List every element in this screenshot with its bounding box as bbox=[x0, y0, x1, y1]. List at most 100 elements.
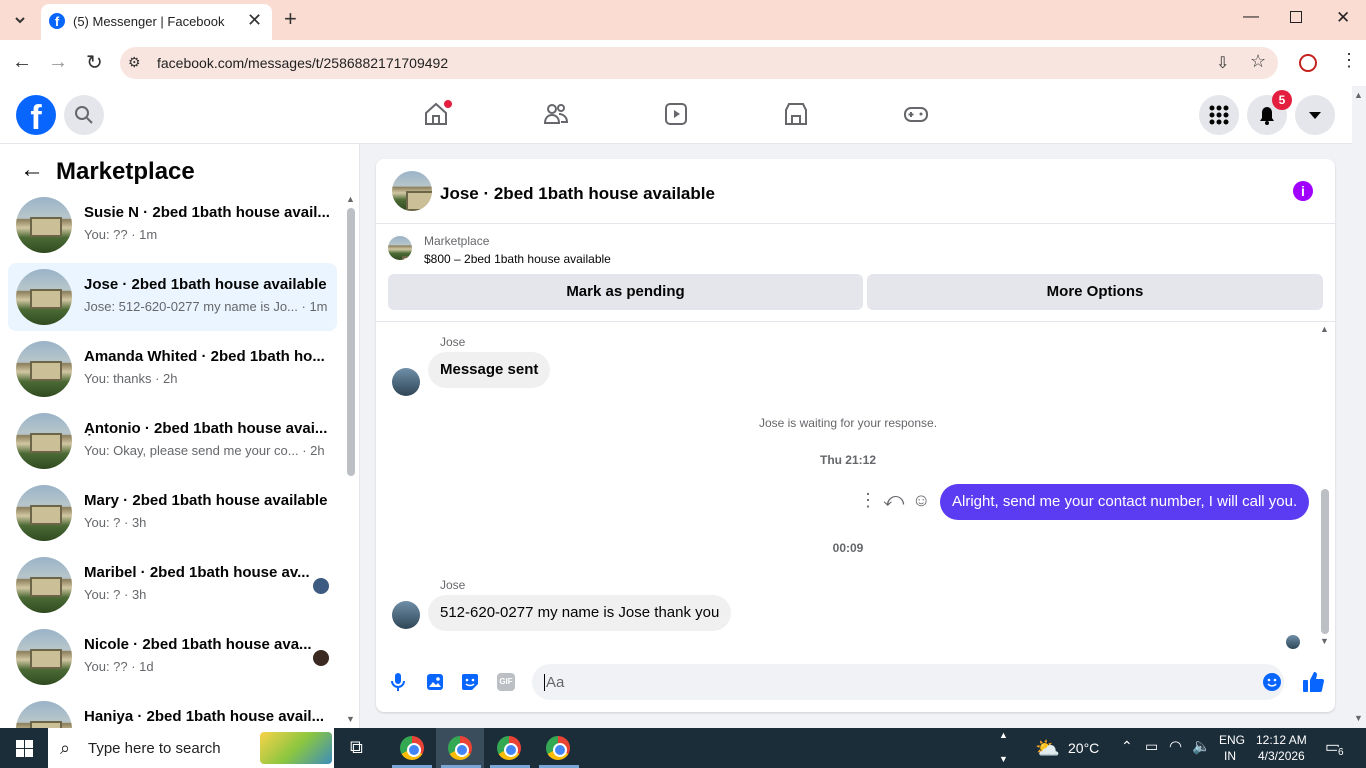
region-indicator[interactable]: IN bbox=[1224, 749, 1236, 763]
friends-icon[interactable] bbox=[542, 100, 570, 128]
show-hidden-icons[interactable]: ⌃ bbox=[1121, 738, 1133, 755]
clock-date[interactable]: 4/3/2026 bbox=[1258, 749, 1305, 763]
minimize-icon[interactable]: — bbox=[1243, 8, 1259, 26]
listing-title[interactable]: $800 – 2bed 1bath house available bbox=[424, 252, 611, 266]
forward-icon[interactable]: → bbox=[48, 51, 68, 74]
conversation-item[interactable]: Nicole · 2bed 1bath house ava... You: ??… bbox=[8, 623, 337, 691]
outgoing-message[interactable]: Alright, send me your contact number, I … bbox=[940, 484, 1310, 520]
search-icon[interactable] bbox=[64, 95, 104, 135]
photo-icon[interactable] bbox=[425, 672, 445, 692]
conversation-preview: Jose: 512-620-0277 my name is Jo... · 1m bbox=[84, 299, 328, 314]
more-actions-icon[interactable]: ⋮ bbox=[859, 490, 877, 511]
conversation-name: Ạntonio · 2bed 1bath house avai... bbox=[84, 420, 328, 437]
profile-icon[interactable] bbox=[1299, 54, 1317, 72]
windows-start-icon[interactable] bbox=[16, 740, 33, 757]
conversation-item[interactable]: Amanda Whited · 2bed 1bath ho... You: th… bbox=[8, 335, 337, 403]
facebook-top-nav: f 5 bbox=[0, 86, 1352, 144]
more-options-button[interactable]: More Options bbox=[867, 274, 1323, 310]
home-icon[interactable] bbox=[422, 100, 452, 128]
facebook-logo-icon[interactable]: f bbox=[16, 95, 56, 137]
scroll-up-icon[interactable]: ▲ bbox=[1320, 324, 1329, 334]
language-indicator[interactable]: ENG bbox=[1219, 733, 1245, 747]
emoji-icon[interactable] bbox=[1262, 672, 1282, 692]
listing-thumbnail bbox=[16, 629, 72, 685]
tab-list-button[interactable] bbox=[10, 10, 30, 30]
conversation-preview: You: ? · 3h bbox=[84, 515, 147, 530]
gaming-icon[interactable] bbox=[902, 100, 930, 128]
conversation-item[interactable]: Maribel · 2bed 1bath house av... You: ? … bbox=[8, 551, 337, 619]
seen-avatar bbox=[313, 578, 329, 594]
weather-temp[interactable]: 20°C bbox=[1068, 740, 1099, 756]
task-view-icon[interactable]: ⧉ bbox=[350, 737, 363, 758]
page-scroll-up-icon[interactable]: ▲ bbox=[1354, 90, 1363, 100]
install-app-icon[interactable]: ⇩ bbox=[1216, 53, 1229, 73]
scroll-up-icon[interactable]: ▲ bbox=[999, 730, 1008, 740]
conversation-item[interactable]: Susie N · 2bed 1bath house avail... You:… bbox=[8, 191, 337, 259]
chat-title[interactable]: Jose · 2bed 1bath house available bbox=[440, 184, 715, 204]
conversation-item[interactable]: Ạntonio · 2bed 1bath house avai... You: … bbox=[8, 407, 337, 475]
reload-icon[interactable]: ↻ bbox=[86, 50, 103, 75]
browser-tab-bar: f (5) Messenger | Facebook ✕ + — ✕ bbox=[0, 0, 1366, 40]
conversation-preview: You: ?? · 1d bbox=[84, 659, 154, 674]
tab-close-icon[interactable]: ✕ bbox=[247, 10, 262, 31]
account-menu-icon[interactable] bbox=[1295, 95, 1335, 135]
listing-thumbnail bbox=[16, 413, 72, 469]
scroll-up-icon[interactable]: ▲ bbox=[346, 194, 355, 204]
scroll-down-icon[interactable]: ▼ bbox=[1320, 636, 1329, 646]
menu-grid-icon[interactable] bbox=[1199, 95, 1239, 135]
waiting-notice: Jose is waiting for your response. bbox=[758, 416, 938, 430]
restore-icon[interactable] bbox=[1290, 11, 1302, 23]
notifications-badge: 5 bbox=[1272, 90, 1292, 110]
url-text[interactable]: facebook.com/messages/t/2586882171709492 bbox=[157, 55, 448, 71]
back-icon[interactable]: ← bbox=[12, 51, 32, 74]
video-icon[interactable] bbox=[662, 100, 690, 128]
chrome-taskbar-icon[interactable] bbox=[448, 736, 472, 760]
chrome-taskbar-icon[interactable] bbox=[400, 736, 424, 760]
taskbar-search-box[interactable]: ⌕ Type here to search bbox=[48, 728, 334, 768]
close-window-icon[interactable]: ✕ bbox=[1336, 8, 1350, 28]
info-icon[interactable]: i bbox=[1293, 181, 1313, 201]
sticker-icon[interactable] bbox=[460, 672, 480, 692]
marketplace-icon[interactable] bbox=[782, 100, 810, 128]
weather-icon[interactable]: ⛅ bbox=[1035, 736, 1060, 761]
chat-scrollbar[interactable] bbox=[1321, 489, 1329, 634]
wifi-icon[interactable]: ◠ bbox=[1169, 737, 1182, 755]
chrome-taskbar-icon[interactable] bbox=[497, 736, 521, 760]
reply-icon[interactable]: ⤺ bbox=[883, 489, 904, 512]
microphone-icon[interactable] bbox=[390, 672, 406, 692]
clock-time[interactable]: 12:12 AM bbox=[1256, 733, 1307, 747]
browser-menu-icon[interactable]: ⋮ bbox=[1340, 50, 1358, 71]
sender-avatar[interactable] bbox=[392, 601, 420, 629]
battery-icon[interactable]: ▭ bbox=[1145, 738, 1158, 755]
conversation-name: Nicole · 2bed 1bath house ava... bbox=[84, 636, 312, 653]
scroll-down-icon[interactable]: ▼ bbox=[999, 754, 1008, 764]
sender-avatar[interactable] bbox=[392, 368, 420, 396]
chrome-taskbar-icon[interactable] bbox=[546, 736, 570, 760]
volume-icon[interactable]: 🔈 bbox=[1192, 737, 1211, 755]
search-highlight-image bbox=[260, 732, 332, 764]
home-notification-dot bbox=[444, 100, 452, 108]
sidebar-title: Marketplace bbox=[56, 158, 195, 185]
gif-icon[interactable]: GIF bbox=[497, 673, 515, 691]
bookmark-star-icon[interactable]: ☆ bbox=[1250, 51, 1266, 72]
site-info-icon[interactable]: ⚙ bbox=[128, 54, 141, 71]
page-scroll-down-icon[interactable]: ▼ bbox=[1354, 713, 1363, 723]
incoming-message[interactable]: 512-620-0277 my name is Jose thank you bbox=[428, 595, 732, 631]
back-arrow-icon[interactable]: ← bbox=[20, 156, 44, 184]
browser-tab-active[interactable]: f (5) Messenger | Facebook ✕ bbox=[41, 4, 272, 40]
like-thumb-icon[interactable] bbox=[1302, 671, 1324, 693]
mark-as-pending-button[interactable]: Mark as pending bbox=[388, 274, 863, 310]
conversation-item[interactable]: Mary · 2bed 1bath house available You: ?… bbox=[8, 479, 337, 547]
new-tab-icon[interactable]: + bbox=[284, 6, 297, 32]
message-input[interactable]: Aa bbox=[532, 664, 1284, 700]
incoming-message[interactable]: Message sent bbox=[428, 352, 551, 388]
sidebar-scrollbar[interactable] bbox=[347, 208, 355, 476]
conversation-item[interactable]: Haniya · 2bed 1bath house avail... bbox=[8, 695, 337, 728]
chat-listing-avatar[interactable] bbox=[392, 171, 432, 211]
chevron-down-icon bbox=[15, 17, 25, 24]
chat-header: Jose · 2bed 1bath house available i bbox=[376, 159, 1335, 224]
react-emoji-icon[interactable]: ☺ bbox=[912, 490, 930, 511]
address-bar[interactable]: ⚙ facebook.com/messages/t/25868821717094… bbox=[120, 47, 1278, 79]
conversation-item-active[interactable]: Jose · 2bed 1bath house available Jose: … bbox=[8, 263, 337, 331]
scroll-down-icon[interactable]: ▼ bbox=[346, 714, 355, 724]
